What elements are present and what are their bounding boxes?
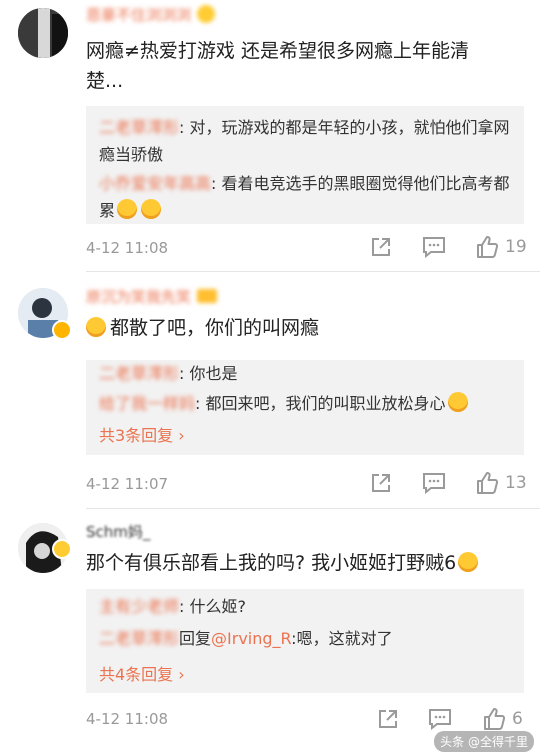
thumbs-up-icon [477,236,499,258]
comment-time: 4-12 11:08 [86,239,169,257]
more-replies-link[interactable]: 共4条回复 › [99,661,185,685]
comment-time: 4-12 11:08 [86,710,169,728]
chevron-right-icon: › [178,426,185,445]
like-count: 6 [512,709,523,729]
comment-text: 都散了吧，你们的叫网瘾 [86,313,506,343]
like-count: 19 [505,237,527,257]
reply-username[interactable]: 给了我一样妈 [99,394,195,413]
reply-item[interactable]: 给了我一样妈: 都回来吧，我们的叫职业放松身心 [99,390,514,417]
chevron-right-icon: › [178,665,185,684]
share-button[interactable] [370,236,392,258]
like-button[interactable]: 13 [475,471,527,495]
comment-2: 原沉为笑我先笑 都散了吧，你们的叫网瘾 二老草澪形: 你也是 给了我一样妈: 都… [0,272,540,509]
comment-1: 恩豪不住浏浏浏 网瘾≠热爱打游戏 还是希望很多网瘾上年能清楚... 二老草澪形:… [0,0,540,272]
laugh-cry-emoji-icon [117,199,138,219]
reply-username[interactable]: 二老草澪形 [99,364,179,383]
share-button[interactable] [370,472,392,494]
comment-text: 网瘾≠热爱打游戏 还是希望很多网瘾上年能清楚... [86,40,469,92]
reply-username[interactable]: 小乔爱安年高高 [99,174,211,193]
reply-text: : 你也是 [179,364,238,383]
more-replies-link[interactable]: 共3条回复 › [99,422,185,446]
crown-badge-icon [197,289,218,303]
reply-item[interactable]: 二老草澪形: 对，玩游戏的都是年轻的小孩，就怕他们拿网瘾当骄傲 [99,114,514,168]
avatar[interactable] [18,8,68,58]
reply-item[interactable]: 二老草澪形回复@Irving_R:嗯，这就对了 [99,625,514,652]
share-button[interactable] [377,708,399,730]
comment-3: Schm妈_ 那个有俱乐部看上我的吗? 我小姬姬打野贼6 主有少老师: 什么姬?… [0,509,540,756]
crying-emoji-icon [447,392,468,412]
face-emoji-icon [197,5,216,23]
reply-username[interactable]: 二老草澪形 [99,629,179,648]
reply-text: : 什么姬? [179,597,246,616]
comment-text: 那个有俱乐部看上我的吗? 我小姬姬打野贼6 [86,548,526,578]
reply-box[interactable]: 主有少老师: 什么姬? 二老草澪形回复@Irving_R:嗯，这就对了 共4条回… [86,589,524,693]
like-count: 13 [505,473,527,493]
comment-username[interactable]: Schm妈_ [86,521,150,542]
share-icon [379,710,397,728]
comment-username[interactable]: 恩豪不住浏浏浏 [86,4,216,25]
cat-emoji-icon [86,317,106,337]
reply-item[interactable]: 小乔爱安年高高: 看着电竞选手的黑眼圈觉得他们比高考都累 [99,170,514,224]
mention-link[interactable]: @Irving_R [211,629,291,648]
laugh-cry-emoji-icon [141,199,162,219]
comment-button[interactable] [422,472,446,494]
reply-text: : 都回来吧，我们的叫职业放松身心 [195,394,446,413]
thumbs-up-icon [484,708,506,730]
like-button[interactable]: 19 [475,235,527,259]
like-button[interactable]: 6 [482,707,523,731]
comment-button[interactable] [422,236,446,258]
thumbs-up-icon [477,472,499,494]
reply-username[interactable]: 二老草澪形 [99,118,179,137]
share-icon [372,238,390,256]
comment-username[interactable]: 原沉为笑我先笑 [86,286,218,307]
reply-item[interactable]: 二老草澪形: 你也是 [99,360,514,387]
reply-box[interactable]: 二老草澪形: 你也是 给了我一样妈: 都回来吧，我们的叫职业放松身心 共3条回复… [86,360,524,455]
badge-emoji-icon [52,539,72,559]
watermark: 头条 @全得千里 [434,731,534,752]
comment-icon [423,237,445,258]
reply-box[interactable]: 二老草澪形: 对，玩游戏的都是年轻的小孩，就怕他们拿网瘾当骄傲 小乔爱安年高高:… [86,106,524,224]
share-icon [372,474,390,492]
reply-username[interactable]: 主有少老师 [99,597,179,616]
reply-text: :嗯，这就对了 [291,629,393,648]
verified-badge-icon [52,320,72,340]
comment-icon [429,709,451,730]
reply-prefix: 回复 [179,629,212,648]
comment-icon [423,473,445,494]
reply-item[interactable]: 主有少老师: 什么姬? [99,593,514,620]
cat-emoji-icon [458,552,479,572]
comment-button[interactable] [428,708,452,730]
comment-time: 4-12 11:07 [86,475,169,493]
